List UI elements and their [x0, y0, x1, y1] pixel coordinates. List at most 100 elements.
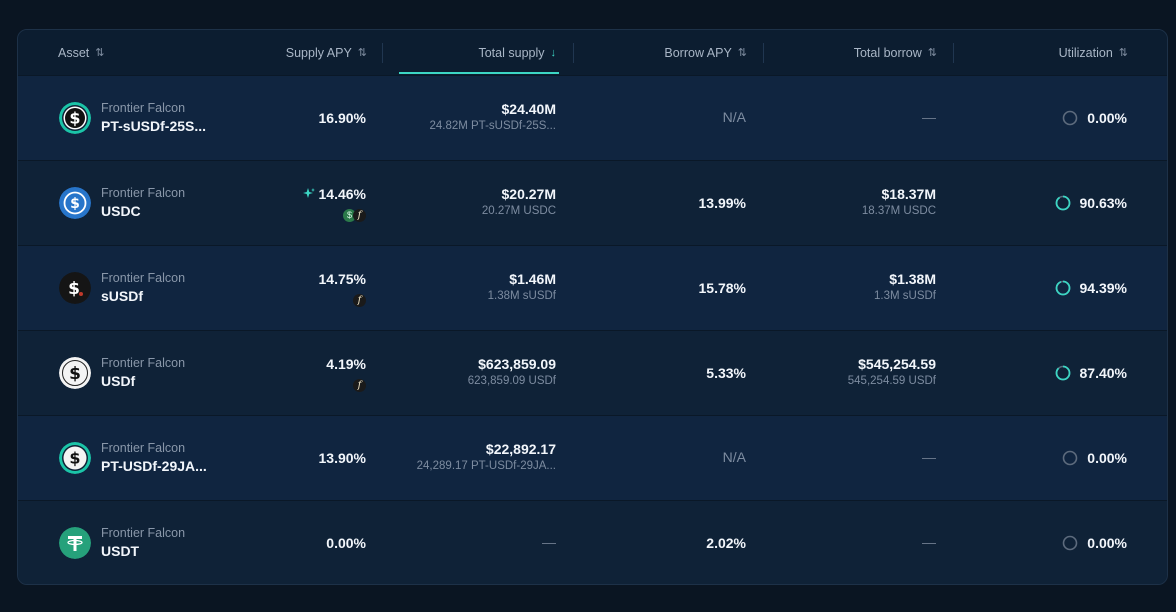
supply-apy-value: 4.19%	[326, 356, 366, 372]
supply-apy-cell: 4.19% f	[326, 355, 366, 393]
supply-apy-value: 14.75%	[318, 271, 366, 287]
table-row[interactable]: Frontier Falcon USDT 0.00% — 2.02% — 0.0…	[18, 500, 1167, 584]
utilization-ring-icon	[1055, 280, 1070, 296]
borrow-apy-cell: N/A	[723, 449, 746, 465]
column-label: Utilization	[1058, 45, 1113, 60]
total-supply-usd: $623,859.09	[478, 356, 556, 372]
supply-apy-cell: 16.90%	[319, 109, 366, 127]
table-row[interactable]: $ Frontier Falcon PT-USDf-29JA... 13.90%…	[18, 415, 1167, 500]
asset-issuer: Frontier Falcon	[101, 441, 186, 455]
column-divider	[573, 43, 574, 63]
total-supply-value: —	[542, 534, 556, 550]
column-label: Total borrow	[853, 45, 922, 60]
total-supply-token: 1.38M sUSDf	[487, 290, 556, 302]
total-supply-usd: $1.46M	[509, 271, 556, 287]
total-borrow-usd: $1.38M	[889, 271, 936, 287]
total-borrow-cell: $545,254.59 545,254.59 USDf	[848, 355, 936, 389]
utilization-cell: 0.00%	[1062, 110, 1127, 126]
total-borrow-token: 545,254.59 USDf	[847, 375, 936, 387]
column-header-borrow-apy[interactable]: Borrow APY ⇅	[664, 30, 747, 75]
column-header-utilization[interactable]: Utilization ⇅	[1058, 30, 1128, 75]
falcon-reward-icon: f	[353, 379, 366, 392]
column-header-total-supply[interactable]: Total supply ↓	[478, 30, 556, 75]
supply-apy-row: 14.46%	[302, 185, 366, 203]
table-row[interactable]: $ Frontier Falcon PT-sUSDf-25S... 16.90%…	[18, 75, 1167, 160]
utilization-ring-icon	[1055, 195, 1070, 211]
sort-icon: ⇅	[737, 47, 747, 59]
column-label: Supply APY	[285, 45, 352, 60]
utilization-ring-icon	[1062, 535, 1078, 551]
reward-badges[interactable]: $ f	[302, 205, 366, 223]
reward-badges[interactable]: f	[326, 375, 366, 393]
sparkle-icon[interactable]	[302, 187, 316, 201]
table-header: Asset ⇅ Supply APY ⇅ Total supply ↓ Borr…	[18, 30, 1167, 75]
column-header-supply-apy[interactable]: Supply APY ⇅	[285, 30, 367, 75]
asset-symbol: USDf	[101, 373, 136, 389]
svg-text:$: $	[69, 449, 80, 468]
borrow-apy-cell: 5.33%	[706, 364, 746, 382]
svg-text:$: $	[69, 364, 81, 384]
utilization-value: 0.00%	[1087, 535, 1127, 551]
total-supply-cell: $623,859.09 623,859.09 USDf	[468, 355, 556, 389]
utilization-value: 0.00%	[1087, 450, 1127, 466]
table-row[interactable]: $ Frontier Falcon USDC 14.46% $ f $20.27M…	[18, 160, 1167, 245]
total-borrow-cell: $1.38M 1.3M sUSDf	[874, 270, 936, 304]
total-supply-cell: $1.46M 1.38M sUSDf	[488, 270, 556, 304]
total-supply-usd: $24.40M	[501, 101, 556, 117]
table-row[interactable]: $ Frontier Falcon sUSDf 14.75% f $1.46M …	[18, 245, 1167, 330]
total-borrow-cell: —	[922, 109, 936, 125]
asset-cell: Frontier Falcon PT-sUSDf-25S...	[101, 100, 206, 136]
column-label: Total supply	[478, 45, 545, 60]
pt-susdf-token-icon: $	[59, 102, 91, 134]
supply-apy-cell: 14.75% f	[319, 270, 366, 308]
asset-issuer: Frontier Falcon	[101, 356, 186, 370]
asset-symbol: sUSDf	[101, 288, 144, 304]
asset-issuer: Frontier Falcon	[101, 101, 186, 115]
total-borrow-token: 18.37M USDC	[861, 205, 936, 217]
total-borrow-token: 1.3M sUSDf	[874, 290, 936, 302]
asset-cell: Frontier Falcon sUSDf	[101, 270, 185, 306]
asset-cell: Frontier Falcon USDf	[101, 355, 185, 391]
falcon-reward-icon: f	[353, 209, 366, 222]
total-supply-cell: $22,892.17 24,289.17 PT-USDf-29JA...	[417, 440, 556, 474]
utilization-cell: 90.63%	[1055, 195, 1127, 211]
falcon-reward-icon: f	[353, 294, 366, 307]
asset-symbol: USDC	[101, 203, 141, 219]
asset-issuer: Frontier Falcon	[101, 186, 186, 200]
table-row[interactable]: $ Frontier Falcon USDf 4.19% f $623,859.…	[18, 330, 1167, 415]
borrow-apy-value: N/A	[722, 449, 746, 465]
utilization-value: 94.39%	[1079, 280, 1127, 296]
total-supply-usd: $20.27M	[501, 186, 556, 202]
utilization-cell: 87.40%	[1055, 365, 1127, 381]
markets-table: Asset ⇅ Supply APY ⇅ Total supply ↓ Borr…	[17, 29, 1168, 585]
utilization-value: 0.00%	[1087, 110, 1127, 126]
supply-apy-value: 13.90%	[318, 450, 366, 466]
column-header-total-borrow[interactable]: Total borrow ⇅	[853, 30, 937, 75]
utilization-ring-icon	[1062, 110, 1078, 126]
column-header-asset[interactable]: Asset ⇅	[58, 30, 105, 75]
usdf-token-icon: $	[59, 357, 91, 389]
asset-cell: Frontier Falcon USDT	[101, 525, 185, 561]
reward-badges[interactable]: f	[319, 290, 366, 308]
asset-cell: Frontier Falcon PT-USDf-29JA...	[101, 440, 207, 476]
borrow-apy-value: 13.99%	[698, 195, 746, 211]
total-supply-cell: $20.27M 20.27M USDC	[482, 185, 556, 219]
sort-icon: ⇅	[1118, 47, 1128, 59]
total-supply-cell: —	[542, 534, 556, 550]
sort-icon: ⇅	[927, 47, 937, 59]
asset-symbol: PT-sUSDf-25S...	[101, 118, 207, 134]
borrow-apy-value: 2.02%	[706, 535, 746, 551]
borrow-apy-cell: 13.99%	[699, 194, 746, 212]
utilization-value: 87.40%	[1079, 365, 1127, 381]
total-supply-token: 24.82M PT-sUSDf-25S...	[429, 120, 556, 132]
utilization-ring-icon	[1062, 450, 1078, 466]
utilization-value: 90.63%	[1079, 195, 1127, 211]
total-borrow-usd: $545,254.59	[858, 356, 936, 372]
total-supply-token: 20.27M USDC	[481, 205, 556, 217]
total-borrow-value: —	[922, 449, 936, 465]
total-borrow-cell: —	[922, 449, 936, 465]
column-label: Asset	[58, 45, 90, 60]
total-borrow-cell: —	[922, 534, 936, 550]
sort-desc-icon: ↓	[550, 46, 557, 59]
column-divider	[953, 43, 954, 63]
